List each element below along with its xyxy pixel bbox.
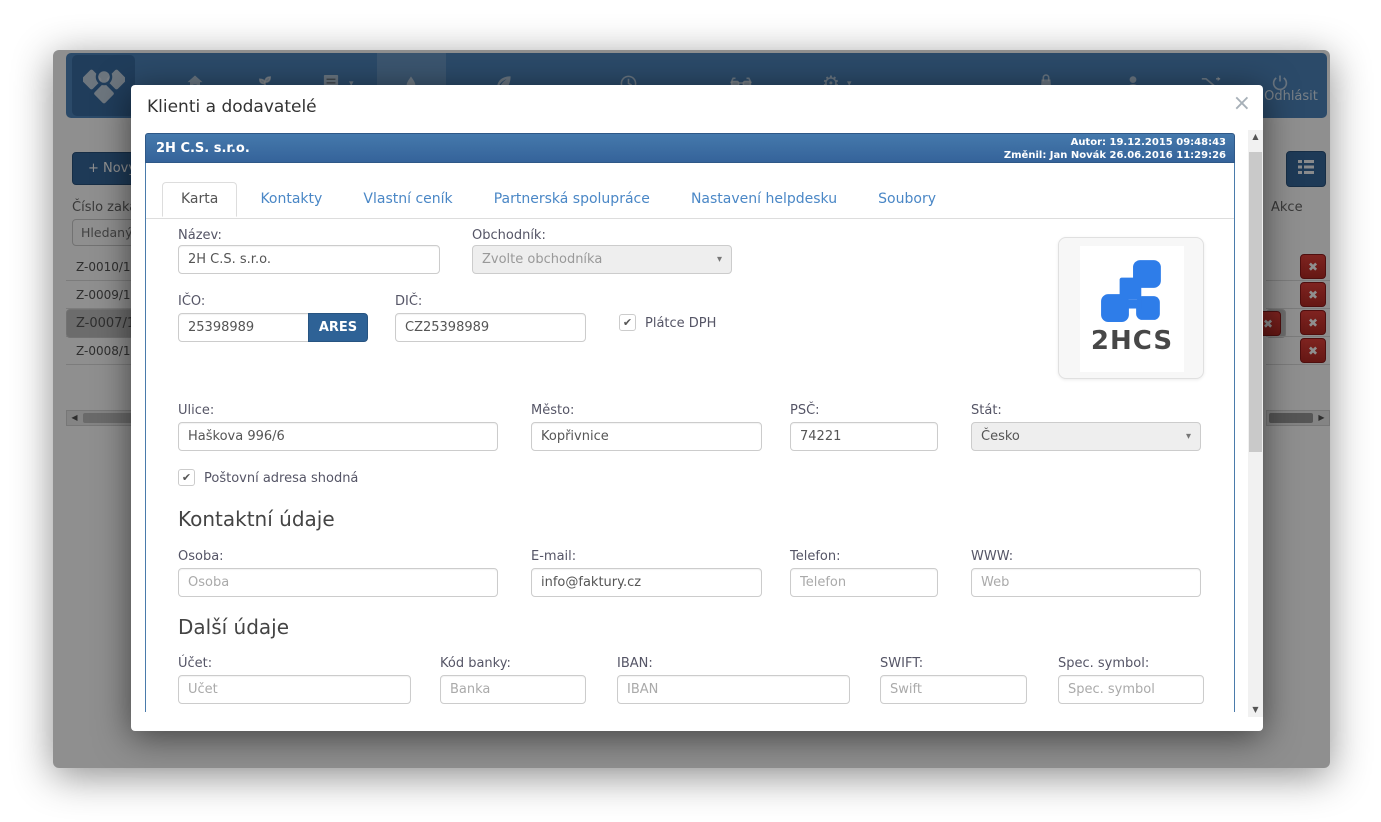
ares-button[interactable]: ARES [308, 313, 368, 342]
ucet-label: Účet: [178, 656, 212, 671]
tab-kontakty[interactable]: Kontakty [242, 182, 340, 216]
ulice-label: Ulice: [178, 403, 214, 418]
client-logo: 2HCS [1080, 246, 1184, 372]
kontaktni-udaje-heading: Kontaktní údaje [178, 507, 335, 531]
iban-field[interactable] [617, 675, 850, 704]
chevron-down-icon: ▾ [1186, 423, 1191, 450]
platce-dph-checkbox[interactable]: ✔ [619, 314, 636, 331]
ico-field[interactable] [178, 313, 309, 342]
check-icon: ✔ [182, 471, 191, 484]
postovni-adresa-checkbox[interactable]: ✔ [178, 469, 195, 486]
obchodnik-select[interactable]: Zvolte obchodníka ▾ [472, 245, 732, 274]
logo-squares-icon [1099, 258, 1165, 324]
swift-field[interactable] [880, 675, 1027, 704]
modal-scrollbar-thumb[interactable] [1249, 152, 1262, 452]
ico-label: IČO: [178, 294, 205, 309]
chevron-down-icon: ▾ [717, 246, 722, 273]
tab-soubory[interactable]: Soubory [860, 182, 954, 216]
www-label: WWW: [971, 549, 1013, 564]
postovni-adresa-label: Poštovní adresa shodná [204, 471, 358, 486]
kod-banky-field[interactable] [440, 675, 586, 704]
close-icon[interactable]: × [1233, 91, 1251, 116]
tab-vlastni-cenik[interactable]: Vlastní ceník [345, 182, 470, 216]
www-field[interactable] [971, 568, 1201, 597]
psc-label: PSČ: [790, 403, 820, 418]
iban-label: IBAN: [617, 656, 653, 671]
dalsi-udaje-heading: Další údaje [178, 615, 289, 639]
scroll-up-icon[interactable]: ▲ [1248, 130, 1263, 144]
dic-field[interactable] [395, 313, 586, 342]
client-meta: Autor: 19.12.2015 09:48:43 Změnil: Jan N… [1004, 136, 1226, 162]
stat-label: Stát: [971, 403, 1002, 418]
tab-karta[interactable]: Karta [162, 182, 237, 217]
email-field[interactable] [531, 568, 762, 597]
telefon-field[interactable] [790, 568, 938, 597]
osoba-field[interactable] [178, 568, 498, 597]
tab-strip: Karta Kontakty Vlastní ceník Partnerská … [146, 182, 1234, 219]
spec-symbol-field[interactable] [1058, 675, 1204, 704]
modal-title: Klienti a dodavatelé [147, 85, 317, 127]
scroll-down-icon[interactable]: ▼ [1248, 703, 1263, 717]
ulice-field[interactable] [178, 422, 498, 451]
client-card-panel: Karta Kontakty Vlastní ceník Partnerská … [145, 163, 1235, 712]
email-label: E-mail: [531, 549, 576, 564]
author-line: Autor: 19.12.2015 09:48:43 [1004, 136, 1226, 149]
osoba-label: Osoba: [178, 549, 224, 564]
tab-partnerska-spoluprace[interactable]: Partnerská spolupráce [476, 182, 668, 216]
modal-scrollbar[interactable]: ▲ ▼ [1248, 130, 1263, 717]
logo-text: 2HCS [1080, 328, 1184, 354]
stat-select[interactable]: Česko ▾ [971, 422, 1201, 451]
ucet-field[interactable] [178, 675, 411, 704]
swift-label: SWIFT: [880, 656, 923, 671]
tab-nastaveni-helpdesku[interactable]: Nastavení helpdesku [673, 182, 855, 216]
obchodnik-label: Obchodník: [472, 228, 546, 243]
check-icon: ✔ [623, 316, 632, 329]
dic-label: DIČ: [395, 294, 422, 309]
nazev-field[interactable] [178, 245, 440, 274]
mesto-field[interactable] [531, 422, 762, 451]
client-logo-box: 2HCS [1058, 237, 1204, 379]
changed-line: Změnil: Jan Novák 26.06.2016 11:29:26 [1004, 149, 1226, 162]
clients-modal: Klienti a dodavatelé × 2H C.S. s.r.o. Au… [131, 85, 1263, 731]
mesto-label: Město: [531, 403, 574, 418]
telefon-label: Telefon: [790, 549, 841, 564]
client-name: 2H C.S. s.r.o. [156, 134, 250, 163]
spec-symbol-label: Spec. symbol: [1058, 656, 1149, 671]
psc-field[interactable] [790, 422, 938, 451]
kod-banky-label: Kód banky: [440, 656, 511, 671]
platce-dph-label: Plátce DPH [645, 316, 716, 331]
client-header-bar: 2H C.S. s.r.o. Autor: 19.12.2015 09:48:4… [145, 133, 1235, 163]
nazev-label: Název: [178, 228, 222, 243]
